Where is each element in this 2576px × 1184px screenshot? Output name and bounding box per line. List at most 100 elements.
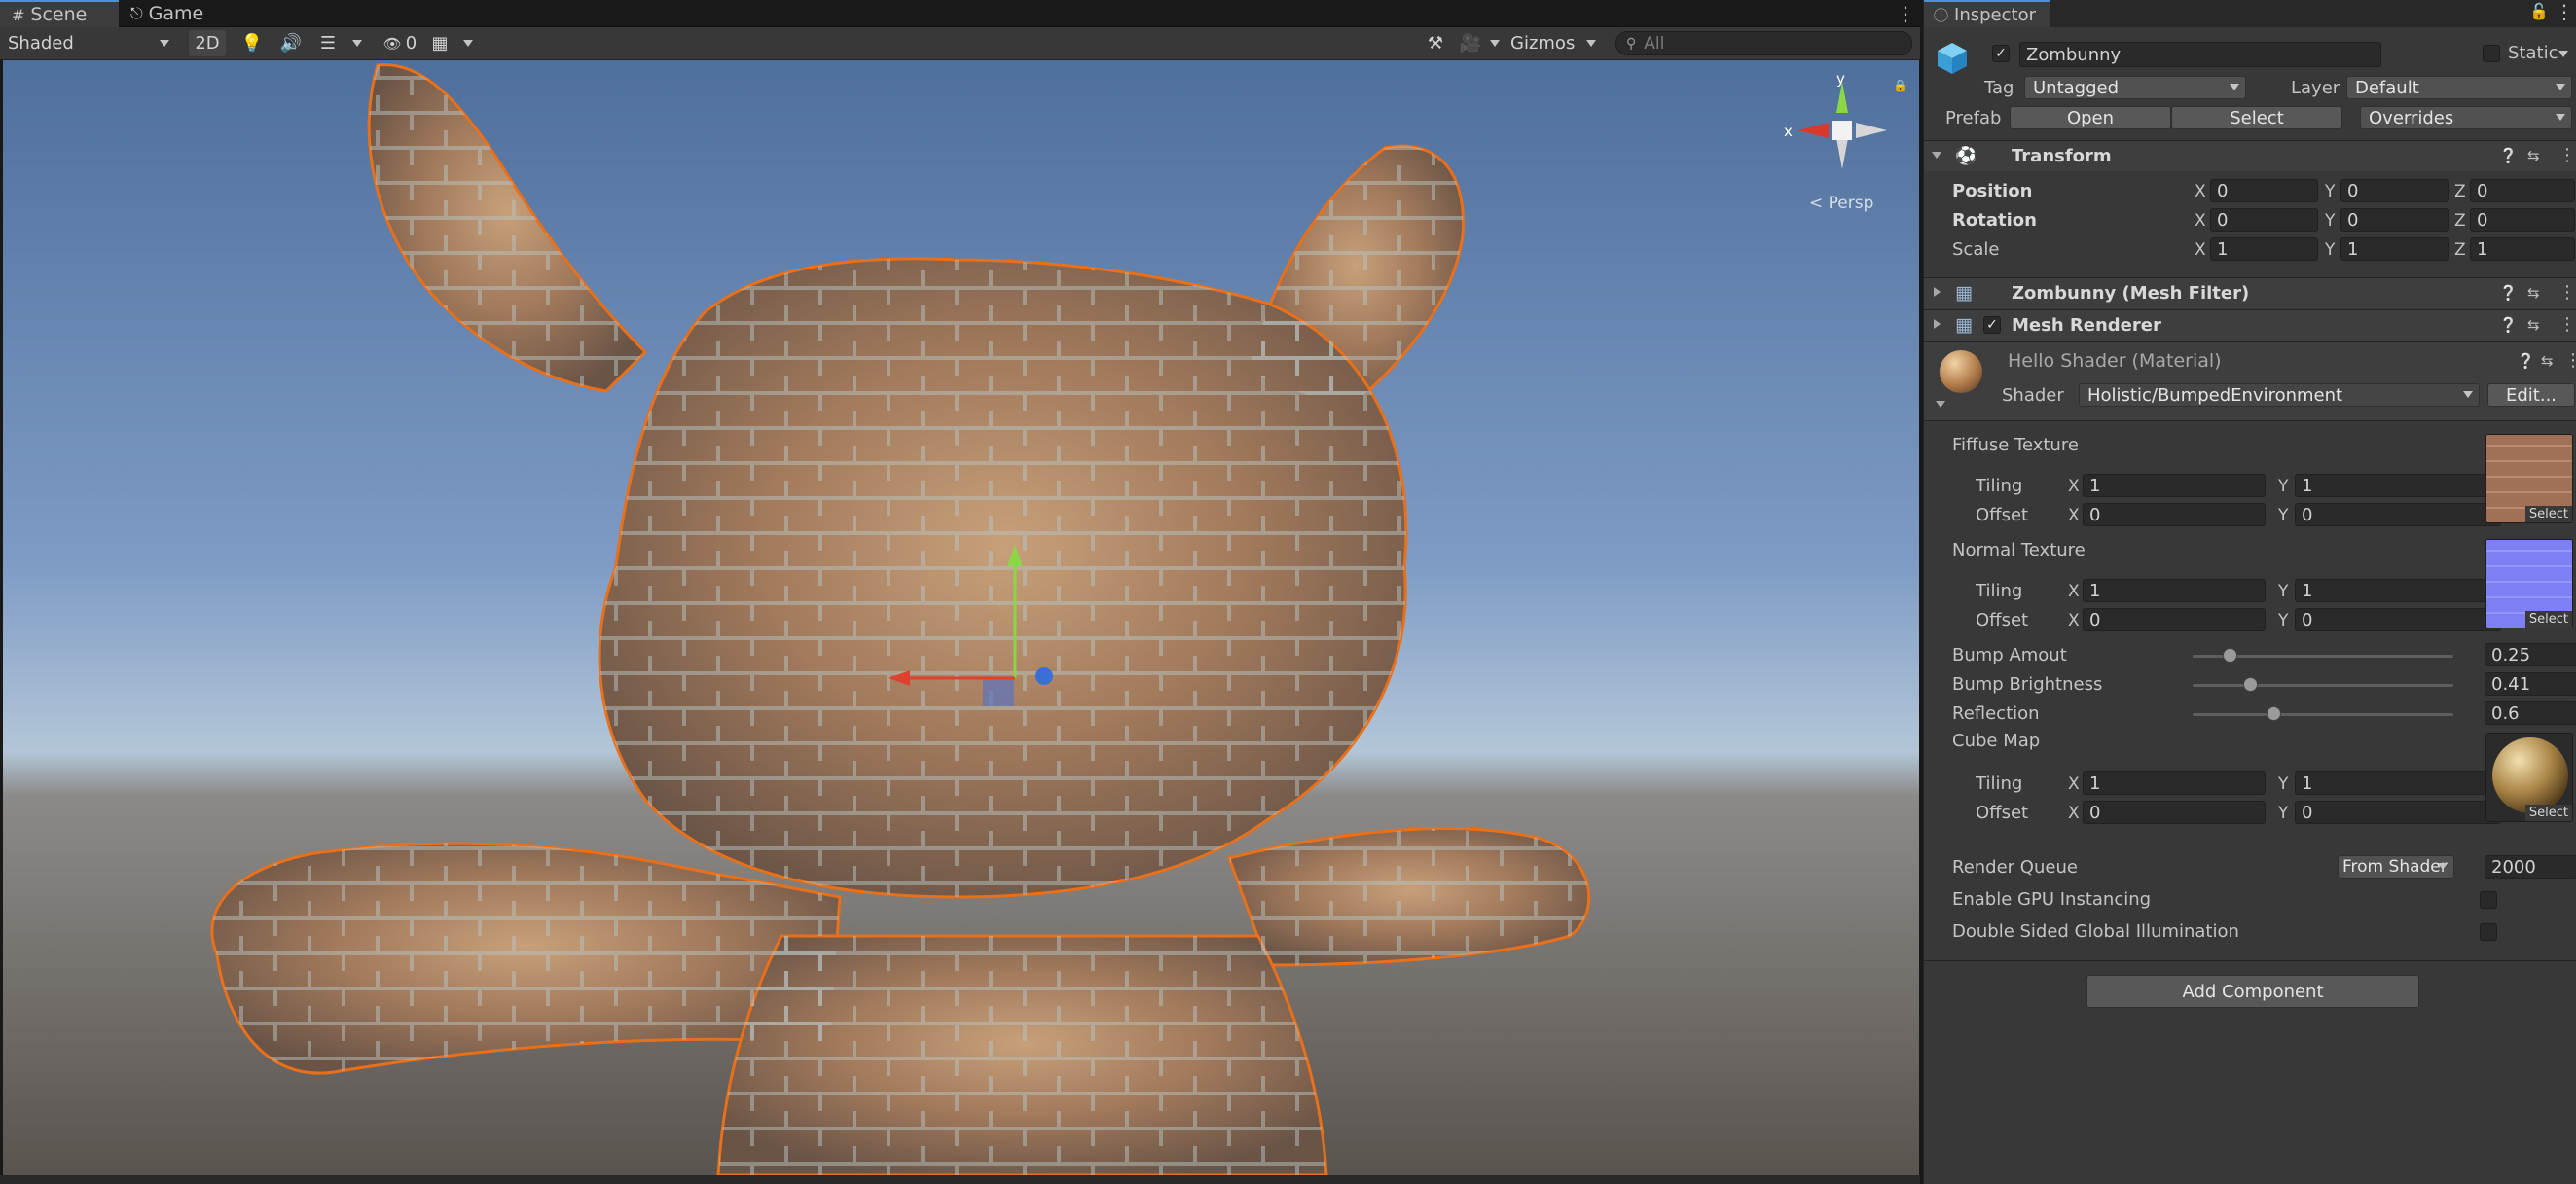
static-checkbox[interactable] bbox=[2483, 45, 2500, 62]
position-y-field[interactable]: 0 bbox=[2340, 179, 2449, 202]
scale-z-field[interactable]: 1 bbox=[2470, 237, 2575, 261]
grid-dropdown[interactable] bbox=[457, 30, 479, 56]
normal-offset-y-field[interactable]: 0 bbox=[2295, 608, 2501, 631]
cube-offset-y-field[interactable]: 0 bbox=[2295, 801, 2501, 824]
gizmos-button[interactable]: Gizmos bbox=[1508, 30, 1577, 56]
mesh-renderer-header[interactable]: ▦ ✓ Mesh Renderer ❔ ⇆ ⋮ bbox=[1924, 309, 2576, 341]
diffuse-tiling-x-field[interactable]: 1 bbox=[2083, 474, 2266, 497]
add-component-button[interactable]: Add Component bbox=[2086, 975, 2419, 1008]
foldout-arrow-icon[interactable] bbox=[1932, 152, 1941, 159]
gpu-instancing-checkbox[interactable] bbox=[2480, 891, 2497, 909]
diffuse-offset-y-field[interactable]: 0 bbox=[2295, 503, 2501, 526]
double-sided-gi-checkbox[interactable] bbox=[2480, 923, 2497, 941]
tab-game[interactable]: ⎋ Game bbox=[119, 0, 226, 27]
camera-button[interactable]: 🎥 bbox=[1456, 30, 1485, 56]
foldout-arrow-icon[interactable] bbox=[1936, 401, 1945, 408]
chevron-down-icon[interactable] bbox=[2558, 51, 2568, 57]
scene-render[interactable]: y x < Persp 🔒 bbox=[3, 60, 1919, 1175]
bump-amount-field[interactable]: 0.25 bbox=[2485, 643, 2576, 666]
scene-viewport[interactable]: y x < Persp 🔒 bbox=[3, 60, 1919, 1175]
help-icon[interactable]: ❔ bbox=[2499, 316, 2518, 334]
render-queue-dropdown[interactable]: From Shader bbox=[2338, 855, 2454, 879]
draw-mode-dropdown[interactable]: Shaded bbox=[2, 30, 177, 56]
normal-texture-select[interactable]: Select bbox=[2524, 611, 2572, 628]
cube-map-slot[interactable]: Select bbox=[2485, 733, 2573, 822]
help-icon[interactable]: ❔ bbox=[2499, 147, 2518, 164]
bump-amount-slider-knob[interactable] bbox=[2222, 648, 2237, 663]
material-header[interactable]: Hello Shader (Material) ❔ ⇆ ⋮ Shader Hol… bbox=[1924, 341, 2576, 421]
cube-offset-x-field[interactable]: 0 bbox=[2083, 801, 2266, 824]
object-name-field[interactable]: Zombunny bbox=[2019, 42, 2381, 67]
grid-toggle-button[interactable]: ▦ bbox=[424, 30, 455, 56]
diffuse-tiling-y-field[interactable]: 1 bbox=[2295, 474, 2501, 497]
normal-tiling-y-field[interactable]: 1 bbox=[2295, 579, 2501, 602]
bump-brightness-slider[interactable] bbox=[2193, 684, 2453, 687]
active-checkbox[interactable]: ✓ bbox=[1992, 45, 2010, 62]
cube-tiling-y-field[interactable]: 1 bbox=[2295, 771, 2501, 795]
tag-dropdown[interactable]: Untagged bbox=[2024, 76, 2246, 99]
normal-texture-slot[interactable]: Select bbox=[2485, 539, 2573, 628]
edit-shader-button[interactable]: Edit... bbox=[2487, 383, 2575, 407]
audio-toggle-button[interactable]: 🔊 bbox=[276, 30, 306, 56]
lock-icon[interactable]: 🔓 bbox=[2529, 2, 2549, 20]
normal-tiling-x-field[interactable]: 1 bbox=[2083, 579, 2266, 602]
camera-dropdown[interactable] bbox=[1485, 30, 1505, 56]
help-icon[interactable]: ❔ bbox=[2499, 284, 2518, 302]
transform-header[interactable]: ⚽ Transform ❔ ⇆ ⋮ bbox=[1924, 140, 2576, 171]
cube-map-select[interactable]: Select bbox=[2524, 805, 2572, 821]
preset-icon[interactable]: ⇆ bbox=[2527, 147, 2540, 164]
preset-icon[interactable]: ⇆ bbox=[2527, 284, 2540, 302]
mesh-renderer-enabled-checkbox[interactable]: ✓ bbox=[1983, 316, 2001, 334]
prefab-overrides-dropdown[interactable]: Overrides bbox=[2360, 106, 2572, 129]
position-z-field[interactable]: 0 bbox=[2470, 179, 2575, 202]
prefab-select-button[interactable]: Select bbox=[2171, 106, 2342, 129]
rotation-y-field[interactable]: 0 bbox=[2340, 208, 2449, 232]
scene-search-input[interactable]: ⚲ All bbox=[1615, 31, 1912, 55]
layer-dropdown[interactable]: Default bbox=[2346, 76, 2572, 99]
effects-toggle-button[interactable]: ☰ bbox=[313, 30, 343, 56]
bump-brightness-slider-knob[interactable] bbox=[2242, 677, 2258, 692]
tab-inspector[interactable]: ⓘ Inspector bbox=[1924, 0, 2050, 27]
tab-scene[interactable]: # Scene bbox=[0, 0, 119, 27]
bump-brightness-field[interactable]: 0.41 bbox=[2485, 672, 2576, 696]
gameobject-cube-icon[interactable] bbox=[1934, 39, 1971, 76]
render-queue-field[interactable]: 2000 bbox=[2485, 855, 2576, 879]
render-queue-label: Render Queue bbox=[1952, 857, 2078, 878]
more-options-icon[interactable]: ⋮ bbox=[1896, 0, 1915, 27]
tools-button[interactable]: ⚒ bbox=[1421, 30, 1450, 56]
lighting-toggle-button[interactable]: 💡 bbox=[237, 30, 267, 56]
gizmos-dropdown[interactable] bbox=[1580, 30, 1602, 56]
prefab-open-button[interactable]: Open bbox=[2010, 106, 2171, 129]
scale-x-field[interactable]: 1 bbox=[2210, 237, 2318, 261]
reflection-field[interactable]: 0.6 bbox=[2485, 701, 2576, 725]
more-options-icon[interactable]: ⋮ bbox=[2558, 314, 2576, 335]
normal-offset-x-field[interactable]: 0 bbox=[2083, 608, 2266, 631]
hidden-objects-toggle[interactable]: 👁 0 bbox=[376, 30, 424, 56]
toggle-2d-button[interactable]: 2D bbox=[189, 30, 226, 56]
more-options-icon[interactable]: ⋮ bbox=[2555, 0, 2574, 23]
diffuse-offset-x-field[interactable]: 0 bbox=[2083, 503, 2266, 526]
reflection-slider-knob[interactable] bbox=[2267, 706, 2282, 721]
diffuse-texture-slot[interactable]: Select bbox=[2485, 434, 2573, 523]
lock-icon[interactable]: 🔒 bbox=[1893, 79, 1907, 92]
foldout-arrow-icon[interactable] bbox=[1934, 319, 1941, 329]
foldout-arrow-icon[interactable] bbox=[1934, 287, 1941, 297]
mesh-filter-header[interactable]: ▦ Zombunny (Mesh Filter) ❔ ⇆ ⋮ bbox=[1924, 277, 2576, 308]
scale-y-field[interactable]: 1 bbox=[2340, 237, 2449, 261]
more-options-icon[interactable]: ⋮ bbox=[2558, 145, 2576, 165]
position-x-field[interactable]: 0 bbox=[2210, 179, 2318, 202]
help-icon[interactable]: ❔ bbox=[2517, 352, 2535, 370]
cube-tiling-x-field[interactable]: 1 bbox=[2083, 771, 2266, 795]
reflection-slider[interactable] bbox=[2193, 713, 2453, 716]
more-options-icon[interactable]: ⋮ bbox=[2564, 350, 2576, 371]
diffuse-texture-select[interactable]: Select bbox=[2524, 506, 2572, 522]
more-options-icon[interactable]: ⋮ bbox=[2558, 282, 2576, 303]
persp-label[interactable]: < Persp bbox=[1809, 194, 1873, 213]
shader-dropdown[interactable]: Holistic/BumpedEnvironment bbox=[2079, 383, 2480, 407]
preset-icon[interactable]: ⇆ bbox=[2527, 316, 2540, 334]
effects-dropdown[interactable] bbox=[346, 30, 368, 56]
rotation-z-field[interactable]: 0 bbox=[2470, 208, 2575, 232]
axis-x-label: x bbox=[1784, 123, 1793, 140]
rotation-x-field[interactable]: 0 bbox=[2210, 208, 2318, 232]
preset-icon[interactable]: ⇆ bbox=[2541, 352, 2554, 370]
